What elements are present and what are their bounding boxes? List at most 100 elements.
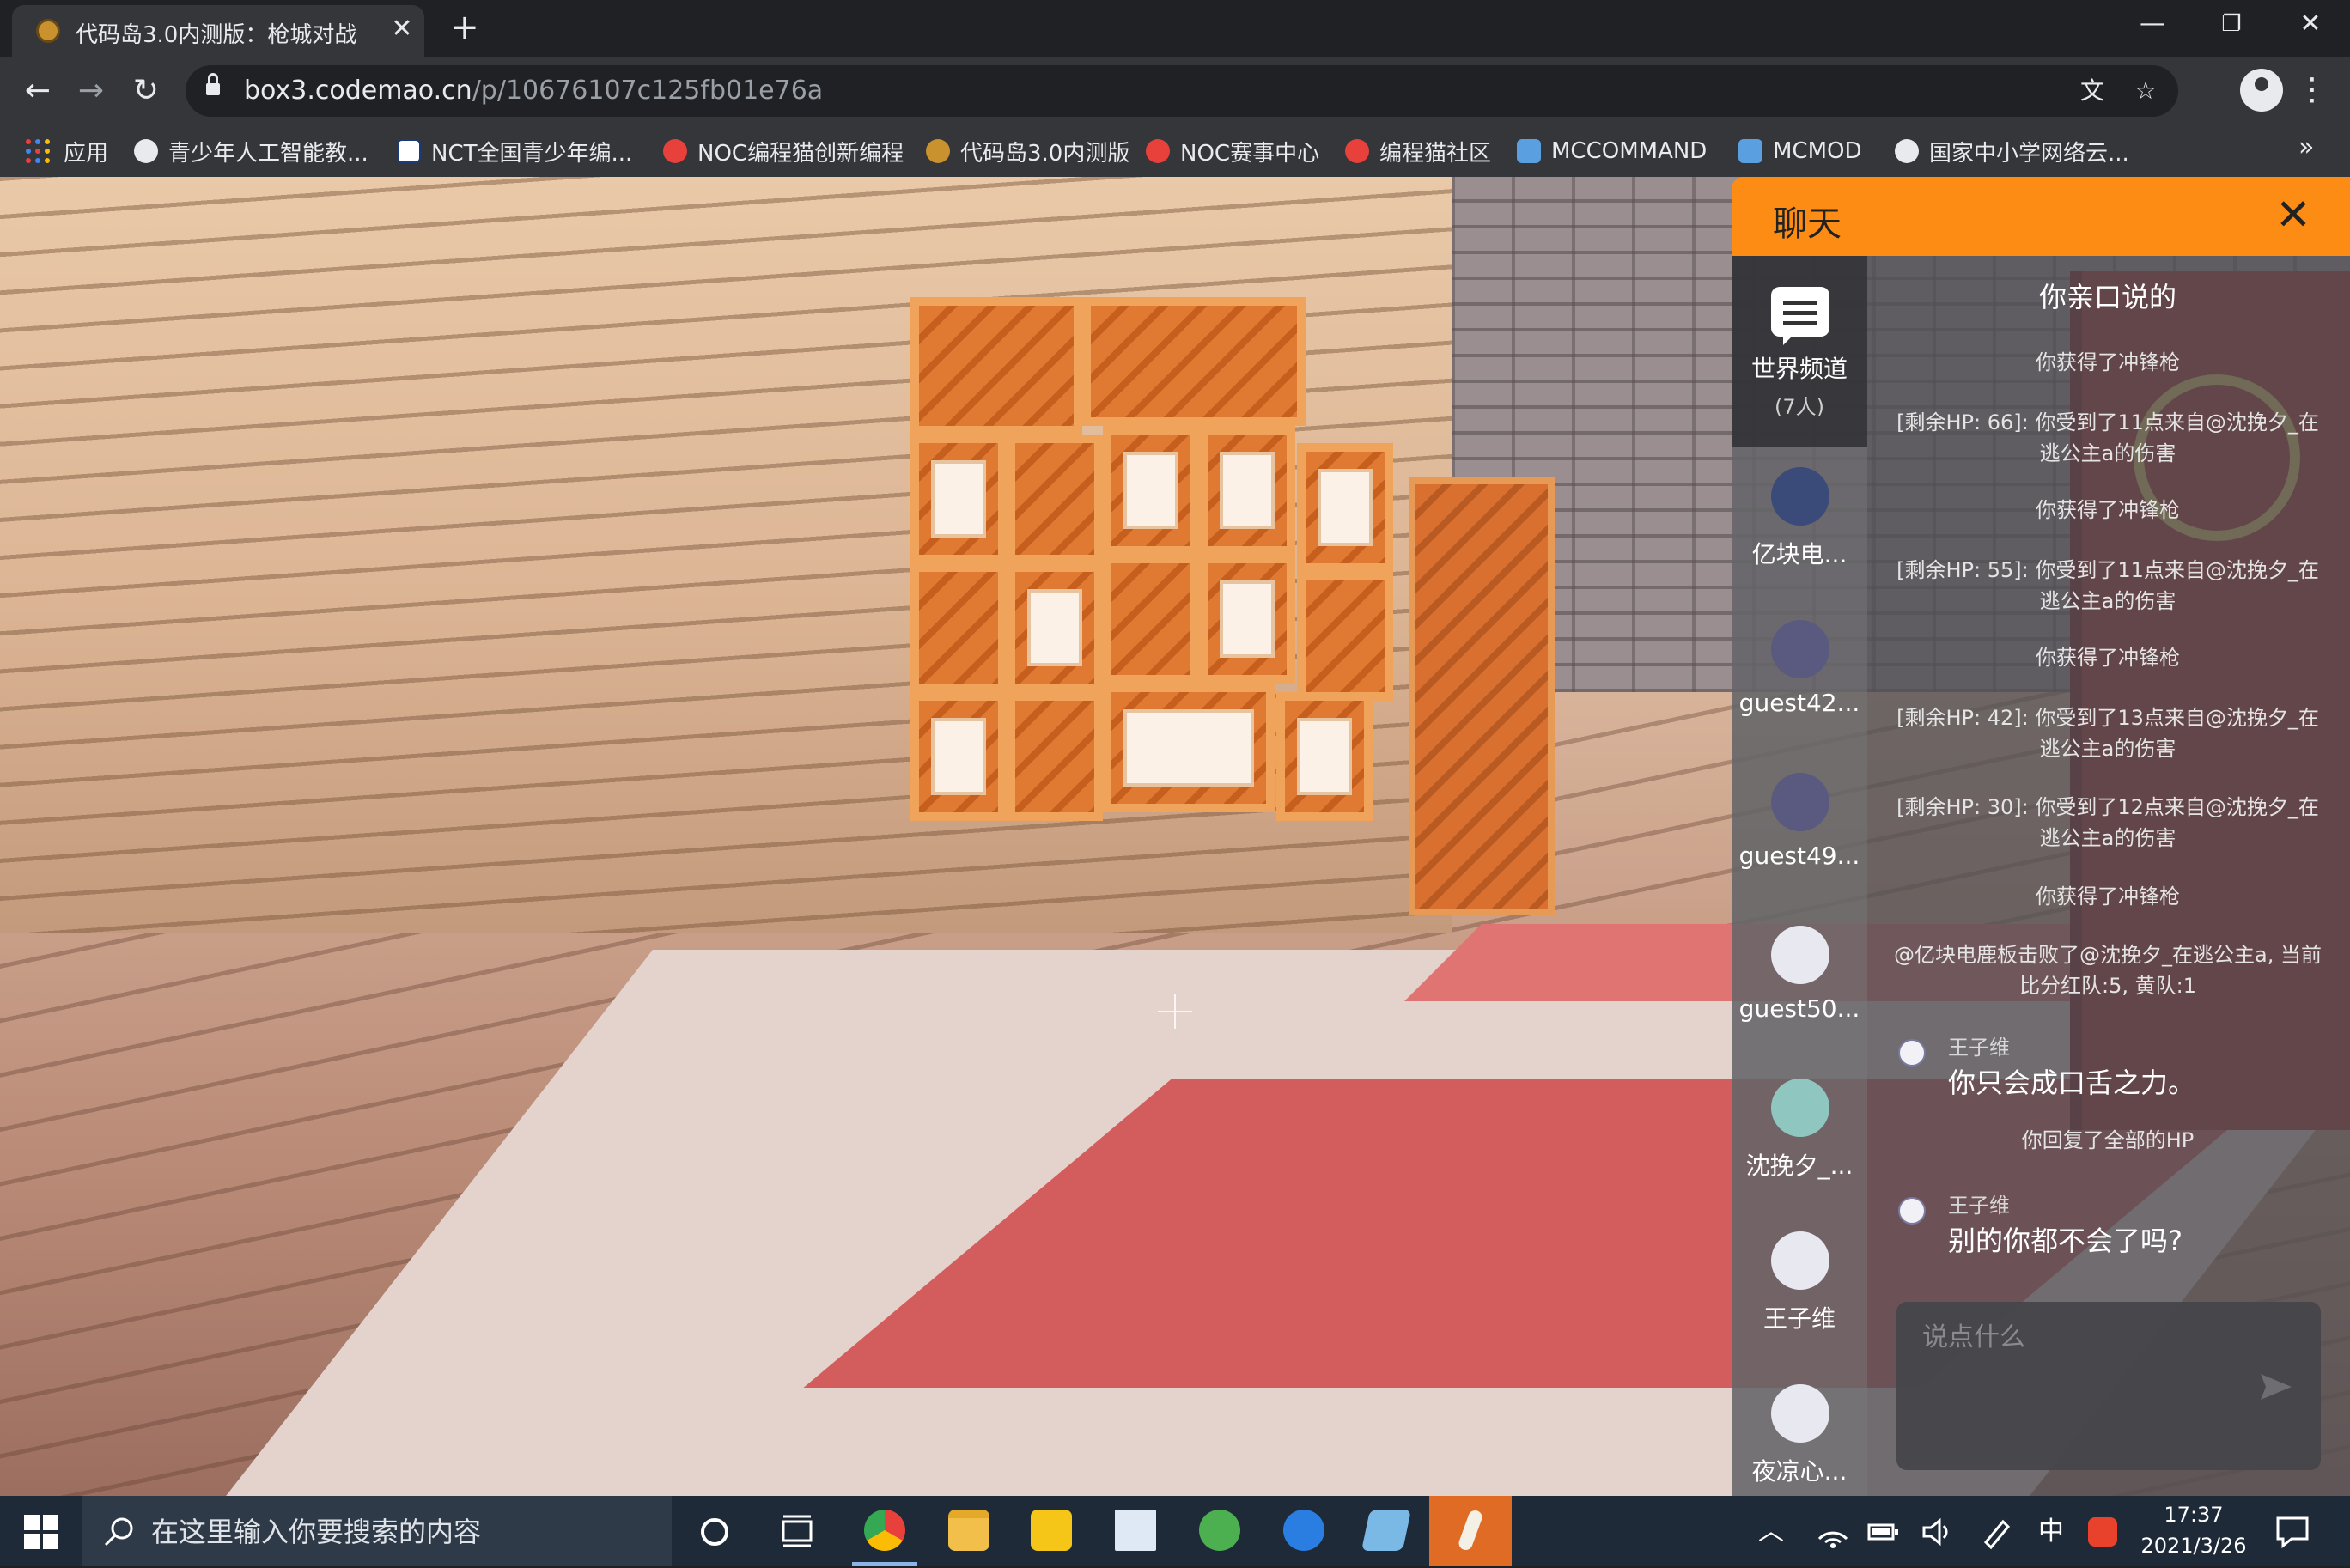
avatar-icon xyxy=(1771,620,1829,678)
bookmark-item[interactable]: NOC编程猫创新编程 xyxy=(663,134,904,168)
taskbar-search-box[interactable] xyxy=(82,1496,672,1568)
channel-user[interactable]: guest49... xyxy=(1732,773,1867,910)
photos-icon[interactable] xyxy=(1010,1496,1093,1566)
send-icon[interactable] xyxy=(2259,1372,2293,1401)
globe-app-icon[interactable] xyxy=(1178,1496,1261,1566)
translate-icon[interactable]: 文 xyxy=(2075,76,2110,106)
pen-app-icon[interactable] xyxy=(1429,1496,1512,1566)
crate xyxy=(1199,426,1295,555)
bookmark-item[interactable]: MCCOMMAND xyxy=(1517,134,1707,168)
restore-button[interactable]: ❐ xyxy=(2192,0,2271,48)
bookmark-item[interactable]: 代码岛3.0内测版 xyxy=(926,134,1129,168)
address-bar[interactable]: box3.codemao.cn/p/10676107c125fb01e76a 文… xyxy=(186,65,2178,117)
system-message: 你获得了冲锋枪 xyxy=(2036,646,2180,670)
system-message: [剩余HP: 42]: 你受到了13点来自@沈挽夕_在逃公主a的伤害 xyxy=(1896,706,2319,761)
bookmark-item[interactable]: 编程猫社区 xyxy=(1345,134,1491,168)
system-message: [剩余HP: 66]: 你受到了11点来自@沈挽夕_在逃公主a的伤害 xyxy=(1896,410,2319,465)
channel-world[interactable]: 世界频道 (7人) xyxy=(1732,256,1867,447)
crate xyxy=(910,563,1007,692)
reload-button[interactable]: ↻ xyxy=(125,70,167,112)
paint-icon[interactable] xyxy=(1345,1496,1428,1566)
channel-user[interactable]: 夜凉心... xyxy=(1732,1384,1867,1496)
system-message: 你获得了冲锋枪 xyxy=(2036,350,2180,374)
box3-favicon-icon xyxy=(36,19,60,43)
cortana-icon[interactable] xyxy=(691,1508,739,1556)
notepad-icon[interactable] xyxy=(1094,1496,1177,1566)
lock-icon[interactable] xyxy=(206,73,220,95)
chat-header: 聊天 ✕ xyxy=(1732,177,2350,256)
crate xyxy=(1199,555,1295,684)
crate xyxy=(1007,692,1103,821)
nct-icon xyxy=(397,139,421,163)
channel-user[interactable]: 王子维 xyxy=(1732,1231,1867,1369)
ime-indicator[interactable]: 中 xyxy=(2032,1513,2070,1551)
chat-channel-list: 世界频道 (7人) 亿块电... guest42... guest49... g… xyxy=(1732,256,1867,1496)
system-message: 你回复了全部的HP xyxy=(2021,1128,2195,1152)
url-text[interactable]: box3.codemao.cn/p/10676107c125fb01e76a xyxy=(244,76,823,106)
crate-stack xyxy=(902,297,1409,1010)
tray-expand-icon[interactable]: ︿ xyxy=(1752,1513,1790,1551)
chat-close-icon[interactable]: ✕ xyxy=(2268,189,2319,240)
volume-icon[interactable] xyxy=(1917,1513,1955,1551)
taskbar-clock[interactable]: 17:37 2021/3/26 xyxy=(2125,1499,2262,1561)
profile-avatar-icon[interactable] xyxy=(2240,69,2283,112)
browser-menu-icon[interactable]: ⋮ xyxy=(2297,69,2328,112)
crate xyxy=(1297,572,1393,701)
windows-taskbar: ︿ 中 17:37 2021/3/26 xyxy=(0,1496,2350,1568)
crosshair-icon xyxy=(1158,994,1192,1029)
system-message: @亿块电鹿板击败了@沈挽夕_在逃公主a, 当前比分红队:5, 黄队:1 xyxy=(1894,943,2322,998)
bookmark-star-icon[interactable]: ☆ xyxy=(2128,76,2163,106)
task-view-icon[interactable] xyxy=(773,1508,821,1556)
bookmarks-more-icon[interactable]: » xyxy=(2298,132,2314,162)
box3-icon xyxy=(926,139,950,163)
codemao-icon xyxy=(663,139,687,163)
crate xyxy=(1007,563,1103,692)
clock-time: 17:37 xyxy=(2164,1503,2224,1527)
system-message: [剩余HP: 30]: 你受到了12点来自@沈挽夕_在逃公主a的伤害 xyxy=(1896,795,2319,850)
channel-user[interactable]: 沈挽夕_... xyxy=(1732,1079,1867,1216)
bookmark-item[interactable]: 青少年人工智能教... xyxy=(134,134,368,168)
clock-date: 2021/3/26 xyxy=(2140,1534,2247,1558)
windows-start-icon[interactable] xyxy=(24,1515,58,1549)
channel-user[interactable]: guest42... xyxy=(1732,620,1867,757)
avatar-icon xyxy=(1898,1197,1926,1225)
crate xyxy=(1276,692,1373,821)
codemao-icon xyxy=(1146,139,1170,163)
file-explorer-icon[interactable] xyxy=(928,1496,1010,1566)
back-button[interactable]: ← xyxy=(17,70,58,112)
close-window-button[interactable]: ✕ xyxy=(2271,0,2350,48)
avatar-icon xyxy=(1771,1231,1829,1290)
message-author: 王子维 xyxy=(1948,1194,2010,1218)
tab-close-icon[interactable]: ✕ xyxy=(387,14,417,45)
channel-user[interactable]: 亿块电... xyxy=(1732,467,1867,605)
taskbar-search-input[interactable] xyxy=(149,1496,651,1568)
chat-bubble-icon xyxy=(1771,287,1829,345)
new-tab-button[interactable]: + xyxy=(445,9,484,48)
channel-user[interactable]: guest50... xyxy=(1732,926,1867,1063)
pen-tray-icon[interactable] xyxy=(1977,1513,2015,1551)
notification-icon[interactable] xyxy=(2273,1511,2312,1551)
user-message: 王子维 你只会成口舌之力。 xyxy=(1867,1030,2350,1099)
avatar-icon xyxy=(1771,467,1829,526)
minimize-button[interactable]: — xyxy=(2113,0,2192,48)
bookmark-item[interactable]: MCMOD xyxy=(1738,134,1862,168)
sogou-icon[interactable] xyxy=(1263,1496,1345,1566)
chat-input-box[interactable] xyxy=(1896,1302,2321,1470)
globe-icon xyxy=(1895,139,1919,163)
crate xyxy=(1103,426,1199,555)
forward-button[interactable]: → xyxy=(70,70,112,112)
bookmark-item[interactable]: NCT全国青少年编... xyxy=(397,134,632,168)
bookmark-item[interactable]: NOC赛事中心 xyxy=(1146,134,1319,168)
wifi-icon[interactable] xyxy=(1814,1513,1852,1551)
sogou-ime-icon[interactable] xyxy=(2085,1513,2120,1551)
crate-stack-far xyxy=(1409,477,1555,915)
browser-tab[interactable]: 代码岛3.0内测版：枪城对战 ✕ xyxy=(12,5,424,57)
mc-icon xyxy=(1738,139,1762,163)
codemao-icon xyxy=(1345,139,1369,163)
chrome-icon[interactable] xyxy=(843,1496,926,1566)
browser-tab-bar: 代码岛3.0内测版：枪城对战 ✕ + — ❐ ✕ xyxy=(0,0,2350,57)
battery-icon[interactable] xyxy=(1864,1513,1902,1551)
bookmark-item[interactable]: 国家中小学网络云... xyxy=(1895,134,2129,168)
bookmark-apps[interactable]: 应用 xyxy=(26,134,108,168)
chat-input[interactable] xyxy=(1896,1302,2321,1470)
